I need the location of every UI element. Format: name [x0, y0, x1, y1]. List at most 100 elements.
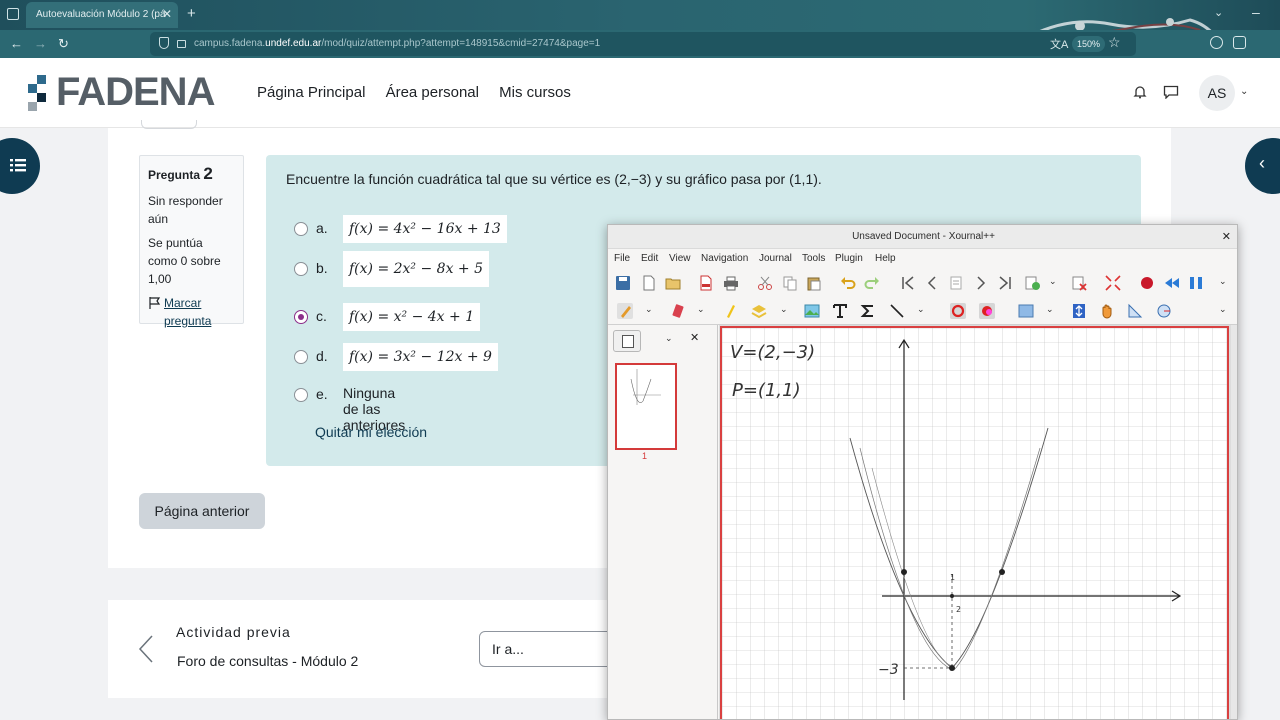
back-icon[interactable]: ←: [10, 36, 23, 52]
print-icon[interactable]: [723, 275, 739, 291]
new-document-icon[interactable]: [641, 275, 657, 291]
reload-icon[interactable]: ↻: [58, 36, 69, 52]
jump-to-select[interactable]: Ir a...: [479, 631, 619, 667]
zoom-level-badge[interactable]: 150%: [1072, 36, 1106, 52]
last-page-icon[interactable]: [997, 275, 1013, 291]
select-dropdown-icon[interactable]: ⌄: [780, 304, 788, 315]
goto-page-icon[interactable]: [948, 275, 964, 291]
hand-tool-icon[interactable]: [1099, 303, 1115, 319]
vertical-space-icon[interactable]: [1071, 303, 1087, 319]
previous-page-icon[interactable]: [924, 275, 940, 291]
redo-icon[interactable]: [864, 275, 880, 291]
pause-icon[interactable]: [1188, 275, 1204, 291]
insert-page-dropdown-icon[interactable]: ⌄: [1049, 276, 1057, 287]
extension-icon[interactable]: [1210, 36, 1223, 49]
toolbar-overflow-chevron-icon[interactable]: ⌄: [1219, 276, 1227, 287]
course-index-drawer-button[interactable]: [0, 138, 40, 194]
nav-my-courses-link[interactable]: Mis cursos: [499, 84, 571, 101]
latex-sigma-icon[interactable]: [860, 303, 876, 319]
notifications-bell-icon[interactable]: [1133, 85, 1147, 99]
xournal-page[interactable]: V=(2,−3) P=(1,1) 1 2 −3: [720, 326, 1229, 719]
address-bar[interactable]: campus.fadena.undef.edu.ar/mod/quiz/atte…: [150, 32, 1136, 56]
menu-journal[interactable]: Journal: [759, 249, 792, 269]
insert-page-icon[interactable]: [1024, 275, 1040, 291]
user-avatar[interactable]: AS: [1199, 75, 1235, 111]
next-page-icon[interactable]: [973, 275, 989, 291]
menu-view[interactable]: View: [669, 249, 691, 269]
bookmark-star-icon[interactable]: ☆: [1108, 34, 1121, 51]
flag-question-link[interactable]: Marcar pregunta: [148, 294, 235, 330]
xournal-canvas[interactable]: V=(2,−3) P=(1,1) 1 2 −3: [719, 325, 1237, 719]
delete-page-icon[interactable]: [1071, 275, 1087, 291]
messages-icon[interactable]: [1163, 85, 1179, 99]
menu-help[interactable]: Help: [875, 249, 896, 269]
clear-choice-link[interactable]: Quitar mi elección: [315, 424, 427, 440]
previous-page-button[interactable]: Página anterior: [139, 493, 265, 529]
tab-list-chevron-icon[interactable]: ⌄: [1214, 6, 1223, 19]
new-tab-icon[interactable]: +: [187, 5, 196, 23]
menu-file[interactable]: File: [614, 249, 630, 269]
copy-icon[interactable]: [782, 275, 798, 291]
color-swatch-icon[interactable]: [1018, 303, 1034, 319]
radio-option-a[interactable]: [294, 222, 308, 236]
pen-tool-icon[interactable]: [617, 303, 633, 319]
shape-recognizer-icon[interactable]: [950, 303, 966, 319]
text-tool-icon[interactable]: [832, 303, 848, 319]
record-icon[interactable]: [1139, 275, 1155, 291]
toolbar2-overflow-chevron-icon[interactable]: ⌄: [1219, 304, 1227, 315]
shape-dropdown-icon[interactable]: ⌄: [917, 304, 925, 315]
window-minimize-icon[interactable]: –: [1252, 4, 1260, 20]
extension-icon-2[interactable]: [1233, 36, 1246, 49]
ruler-line-icon[interactable]: [889, 303, 905, 319]
option-formula: f(x) = 3x² − 12x + 9: [343, 343, 498, 371]
radio-option-d[interactable]: [294, 350, 308, 364]
canvas-scrollbar[interactable]: [1231, 325, 1237, 719]
nav-home-link[interactable]: Página Principal: [257, 84, 365, 101]
select-region-icon[interactable]: [751, 303, 767, 319]
browser-tab[interactable]: Autoevaluación Módulo 2 (pá: [26, 2, 178, 28]
sidebar-page-mode-button[interactable]: [613, 330, 641, 352]
fullscreen-icon[interactable]: [1105, 275, 1121, 291]
page-thumbnail[interactable]: [615, 363, 677, 450]
rewind-icon[interactable]: [1164, 275, 1180, 291]
close-icon[interactable]: ✕: [1222, 231, 1231, 243]
eraser-dropdown-icon[interactable]: ⌄: [697, 304, 705, 315]
previous-activity-link[interactable]: Foro de consultas - Módulo 2: [177, 653, 358, 669]
tab-overview-icon[interactable]: [7, 8, 19, 20]
compass-icon[interactable]: [1156, 303, 1172, 319]
sidebar-close-icon[interactable]: ✕: [690, 331, 699, 344]
pen-dropdown-icon[interactable]: ⌄: [645, 304, 653, 315]
undo-icon[interactable]: [840, 275, 856, 291]
setsquare-icon[interactable]: [1127, 303, 1143, 319]
fill-toggle-icon[interactable]: [979, 303, 995, 319]
menu-tools[interactable]: Tools: [802, 249, 825, 269]
radio-option-b[interactable]: [294, 262, 308, 276]
menu-plugin[interactable]: Plugin: [835, 249, 863, 269]
block-drawer-button[interactable]: ‹: [1245, 138, 1280, 194]
lock-icon[interactable]: [177, 40, 186, 48]
eraser-tool-icon[interactable]: [670, 303, 686, 319]
nav-dashboard-link[interactable]: Área personal: [386, 84, 479, 101]
radio-option-c-selected[interactable]: [294, 310, 308, 324]
save-icon[interactable]: [615, 275, 631, 291]
tracking-shield-icon[interactable]: [159, 37, 169, 49]
tab-close-icon[interactable]: ✕: [162, 7, 172, 21]
first-page-icon[interactable]: [900, 275, 916, 291]
url-text[interactable]: campus.fadena.undef.edu.ar/mod/quiz/atte…: [194, 32, 600, 56]
cut-icon[interactable]: [757, 275, 773, 291]
image-tool-icon[interactable]: [804, 303, 820, 319]
forward-icon[interactable]: →: [34, 36, 47, 52]
paste-icon[interactable]: [806, 275, 822, 291]
color-dropdown-icon[interactable]: ⌄: [1046, 304, 1054, 315]
user-menu-chevron-icon[interactable]: ⌄: [1240, 86, 1248, 97]
export-pdf-icon[interactable]: [698, 275, 714, 291]
xournal-titlebar[interactable]: Unsaved Document - Xournal++ ✕: [608, 225, 1237, 249]
menu-navigation[interactable]: Navigation: [701, 249, 748, 269]
open-folder-icon[interactable]: [665, 275, 681, 291]
sidebar-mode-dropdown-icon[interactable]: ⌄: [665, 333, 673, 344]
menu-edit[interactable]: Edit: [641, 249, 658, 269]
chevron-left-icon[interactable]: [138, 634, 154, 664]
radio-option-e[interactable]: [294, 388, 308, 402]
highlighter-tool-icon[interactable]: [722, 303, 738, 319]
translate-icon[interactable]: 文A: [1050, 36, 1068, 52]
